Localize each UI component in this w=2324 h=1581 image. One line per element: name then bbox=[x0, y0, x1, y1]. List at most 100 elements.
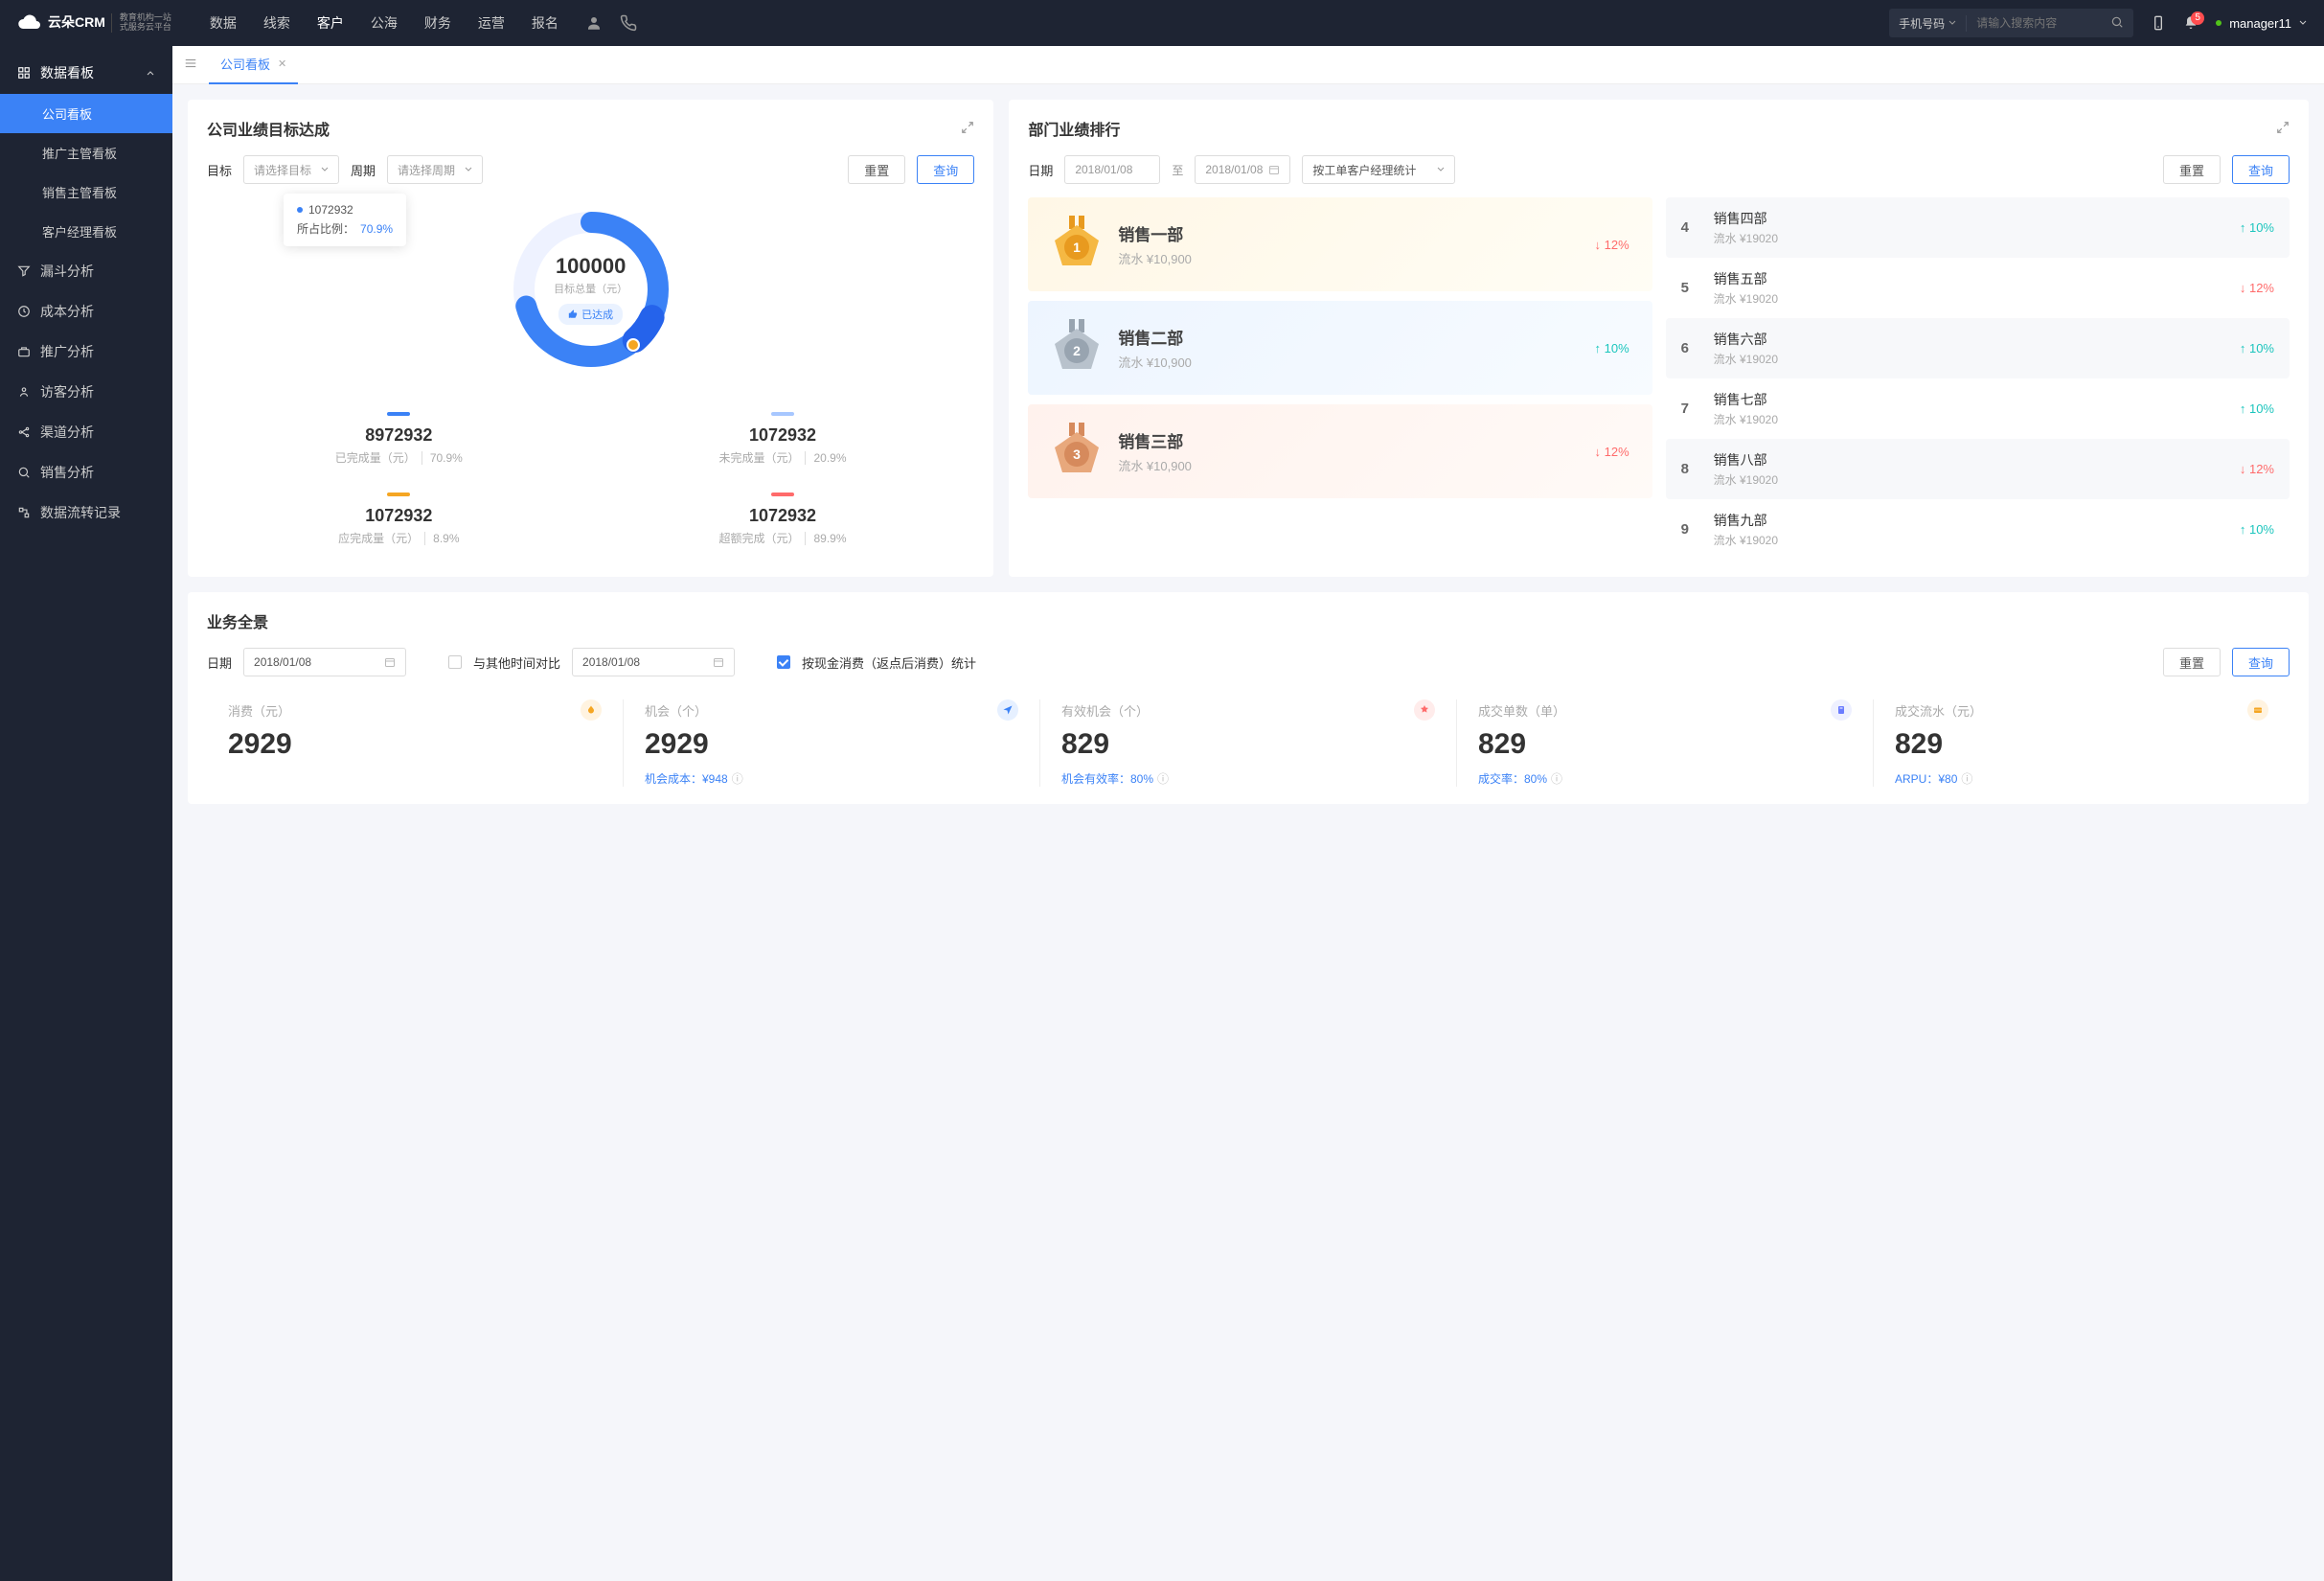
search-type-select[interactable]: 手机号码 bbox=[1889, 15, 1967, 32]
calendar-icon bbox=[1268, 164, 1280, 175]
metric-2: 有效机会（个）829机会有效率：80%ⓘ bbox=[1039, 699, 1456, 787]
svg-text:3: 3 bbox=[1073, 447, 1081, 462]
tab-bar: 公司看板 ✕ bbox=[172, 46, 2324, 84]
metric-0: 消费（元）2929 bbox=[207, 699, 623, 787]
rank-row-9: 9销售九部流水 ¥19020↑ 10% bbox=[1666, 499, 2290, 560]
search-input[interactable] bbox=[1967, 16, 2101, 30]
sales-icon bbox=[17, 466, 31, 479]
date-to-input[interactable]: 2018/01/08 bbox=[1195, 155, 1290, 184]
query-button[interactable]: 查询 bbox=[917, 155, 974, 184]
reset-button[interactable]: 重置 bbox=[2163, 648, 2221, 676]
cash-stat-checkbox[interactable] bbox=[777, 655, 790, 669]
donut-label: 目标总量（元） bbox=[554, 281, 627, 296]
channel-icon bbox=[17, 425, 31, 439]
sidebar-board-item-0[interactable]: 公司看板 bbox=[0, 94, 172, 133]
sidebar-item-promo[interactable]: 推广分析 bbox=[0, 332, 172, 372]
calendar-icon bbox=[384, 656, 396, 668]
nav-item-2[interactable]: 客户 bbox=[317, 13, 344, 33]
nav-item-0[interactable]: 数据 bbox=[210, 13, 237, 33]
sidebar-group-dashboard[interactable]: 数据看板 bbox=[0, 52, 172, 94]
stat-by-select[interactable]: 按工单客户经理统计 bbox=[1302, 155, 1455, 184]
nav-item-5[interactable]: 运营 bbox=[478, 13, 505, 33]
sidebar-board-item-2[interactable]: 销售主管看板 bbox=[0, 172, 172, 212]
rank-row-6: 6销售六部流水 ¥19020↑ 10% bbox=[1666, 318, 2290, 378]
stat-0: 8972932已完成量（元）70.9% bbox=[207, 399, 591, 479]
sidebar-item-funnel[interactable]: 漏斗分析 bbox=[0, 251, 172, 291]
status-dot bbox=[2216, 20, 2221, 26]
date-input[interactable]: 2018/01/08 bbox=[243, 648, 406, 676]
nav-item-3[interactable]: 公海 bbox=[371, 13, 398, 33]
sidebar-board-item-1[interactable]: 推广主管看板 bbox=[0, 133, 172, 172]
search-button[interactable] bbox=[2101, 15, 2133, 32]
help-icon[interactable]: ⓘ bbox=[1157, 770, 1169, 787]
user-icon[interactable] bbox=[585, 14, 603, 32]
stat-2: 1072932应完成量（元）8.9% bbox=[207, 479, 591, 560]
reset-button[interactable]: 重置 bbox=[848, 155, 905, 184]
rank-top-3: 3销售三部流水 ¥10,900↓ 12% bbox=[1028, 404, 1652, 498]
card-title: 公司业绩目标达成 bbox=[207, 117, 330, 140]
medal-3-icon: 3 bbox=[1051, 425, 1103, 477]
user-menu[interactable]: manager11 bbox=[2216, 16, 2307, 31]
date-from-input[interactable]: 2018/01/08 bbox=[1064, 155, 1160, 184]
nav-item-1[interactable]: 线索 bbox=[263, 13, 290, 33]
medal-2-icon: 2 bbox=[1051, 322, 1103, 374]
close-icon[interactable]: ✕ bbox=[278, 57, 286, 70]
sidebar-item-cost[interactable]: 成本分析 bbox=[0, 291, 172, 332]
nav-item-6[interactable]: 报名 bbox=[532, 13, 558, 33]
chevron-down-icon bbox=[465, 166, 472, 173]
expand-button[interactable] bbox=[2276, 121, 2290, 137]
brand-logo: 云朵CRM 教育机构一站 式服务云平台 bbox=[17, 13, 171, 33]
calendar-icon bbox=[713, 656, 724, 668]
sidebar-item-visitor[interactable]: 访客分析 bbox=[0, 372, 172, 412]
medal-1-icon: 1 bbox=[1051, 218, 1103, 270]
sidebar-item-flow[interactable]: 数据流转记录 bbox=[0, 493, 172, 533]
help-icon[interactable]: ⓘ bbox=[1961, 770, 1972, 787]
thumbs-up-icon bbox=[568, 309, 578, 319]
help-icon[interactable]: ⓘ bbox=[1551, 770, 1562, 787]
notification-icon[interactable]: 5 bbox=[2183, 15, 2199, 31]
phone-icon[interactable] bbox=[620, 14, 637, 32]
tab-company-board[interactable]: 公司看板 ✕ bbox=[209, 46, 298, 84]
search-box: 手机号码 bbox=[1889, 9, 2133, 37]
chevron-down-icon bbox=[2299, 19, 2307, 27]
rank-row-7: 7销售七部流水 ¥19020↑ 10% bbox=[1666, 378, 2290, 439]
metric-1: 机会（个）2929机会成本：¥948ⓘ bbox=[623, 699, 1039, 787]
query-button[interactable]: 查询 bbox=[2232, 648, 2290, 676]
brand-name: 云朵CRM bbox=[48, 15, 105, 30]
period-select[interactable]: 请选择周期 bbox=[387, 155, 483, 184]
sidebar-item-channel[interactable]: 渠道分析 bbox=[0, 412, 172, 452]
metric-3: 成交单数（单）829成交率：80%ⓘ bbox=[1456, 699, 1873, 787]
query-button[interactable]: 查询 bbox=[2232, 155, 2290, 184]
mobile-icon[interactable] bbox=[2151, 15, 2166, 31]
stat-3: 1072932超额完成（元）89.9% bbox=[591, 479, 975, 560]
chevron-down-icon bbox=[1948, 19, 1956, 27]
overview-card: 业务全景 日期 2018/01/08 与其他时间对比 2018/01/08 按现… bbox=[188, 592, 2309, 804]
metric-icon bbox=[1831, 699, 1852, 721]
card-title: 部门业绩排行 bbox=[1028, 117, 1120, 140]
rank-row-4: 4销售四部流水 ¥19020↑ 10% bbox=[1666, 197, 2290, 258]
rank-top-1: 1销售一部流水 ¥10,900↓ 12% bbox=[1028, 197, 1652, 291]
cost-icon bbox=[17, 305, 31, 318]
metric-icon bbox=[2247, 699, 2268, 721]
main-content: 公司看板 ✕ 公司业绩目标达成 目标 请选择目标 周期 请选择周期 bbox=[172, 46, 2324, 1581]
metric-icon bbox=[581, 699, 602, 721]
nav-item-4[interactable]: 财务 bbox=[424, 13, 451, 33]
sidebar-item-sales[interactable]: 销售分析 bbox=[0, 452, 172, 493]
rank-row-8: 8销售八部流水 ¥19020↓ 12% bbox=[1666, 439, 2290, 499]
target-select[interactable]: 请选择目标 bbox=[243, 155, 339, 184]
donut-chart: 100000 目标总量（元） 已达成 bbox=[505, 203, 677, 376]
expand-button[interactable] bbox=[961, 121, 974, 137]
compare-checkbox[interactable] bbox=[448, 655, 462, 669]
top-nav: 云朵CRM 教育机构一站 式服务云平台 数据线索客户公海财务运营报名 手机号码 … bbox=[0, 0, 2324, 46]
sidebar-board-item-3[interactable]: 客户经理看板 bbox=[0, 212, 172, 251]
compare-date-input[interactable]: 2018/01/08 bbox=[572, 648, 735, 676]
collapse-sidebar-button[interactable] bbox=[184, 57, 197, 73]
rank-card: 部门业绩排行 日期 2018/01/08 至 2018/01/08 按工单客户经… bbox=[1009, 100, 2309, 577]
metric-4: 成交流水（元）829ARPU：¥80ⓘ bbox=[1873, 699, 2290, 787]
reset-button[interactable]: 重置 bbox=[2163, 155, 2221, 184]
chevron-down-icon bbox=[1437, 166, 1445, 173]
metric-icon bbox=[1414, 699, 1435, 721]
card-title: 业务全景 bbox=[207, 609, 2290, 632]
flow-icon bbox=[17, 506, 31, 519]
help-icon[interactable]: ⓘ bbox=[732, 770, 743, 787]
